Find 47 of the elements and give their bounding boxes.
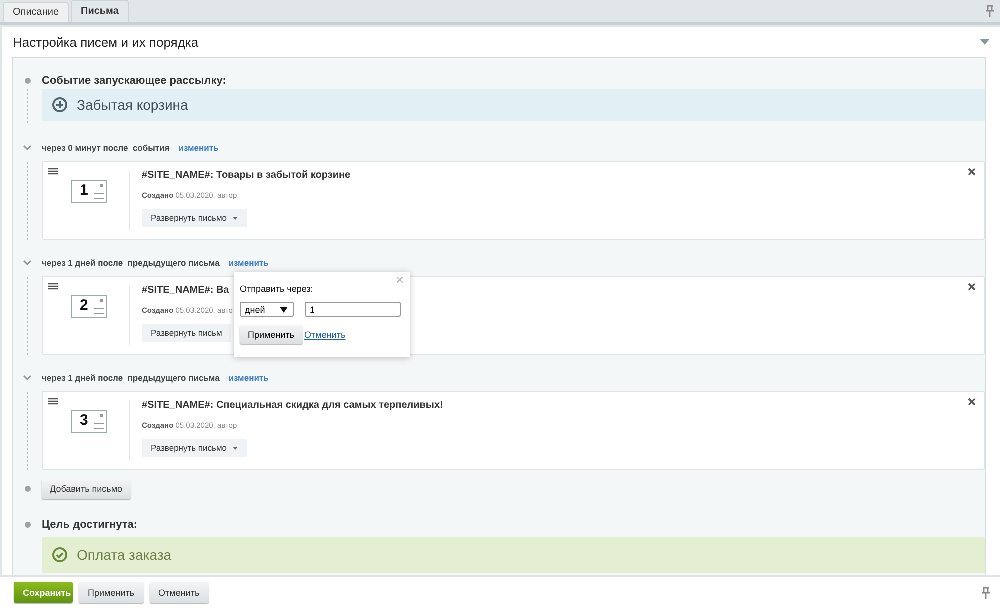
close-icon[interactable] (968, 398, 976, 406)
popup-title: Отправить через: (240, 284, 314, 294)
letter-title: #SITE_NAME#: Ва (142, 285, 230, 296)
caret-icon (233, 216, 238, 220)
change-link[interactable]: изменить (228, 373, 269, 383)
letter-title: #SITE_NAME#: Специальная скидка для самых терпеливых! (142, 400, 444, 411)
delay-text: через 0 минут после события (42, 143, 170, 153)
tab[interactable]: Письма (71, 0, 129, 22)
cancel-button[interactable]: Отменить (150, 582, 209, 603)
goal-label: Цель достигнута: (42, 518, 138, 530)
chevron-icon[interactable] (23, 375, 32, 381)
expand-button[interactable]: Развернуть письмо (142, 209, 248, 227)
pin-icon[interactable] (982, 586, 990, 598)
cancel-link[interactable]: Отменить (304, 330, 346, 340)
add-letter-button[interactable]: Добавить письмо (42, 479, 131, 499)
dropdown-icon (280, 306, 288, 312)
drag-handle-icon[interactable] (48, 168, 58, 175)
pin-icon[interactable] (986, 5, 994, 17)
letter-number-icon: 1 (71, 180, 107, 203)
collapse-icon[interactable] (980, 39, 990, 45)
change-link[interactable]: изменить (178, 143, 219, 153)
plus-circle-icon (52, 97, 68, 113)
trigger-label: Событие запускающее рассылку: (42, 74, 226, 86)
expand-button[interactable]: Развернуть письмо (142, 439, 248, 457)
close-icon[interactable] (968, 283, 976, 291)
drag-handle-icon[interactable] (48, 283, 58, 290)
expand-button[interactable]: Развернуть письм (142, 324, 232, 342)
tab[interactable]: Описание (3, 2, 70, 22)
apply-button[interactable]: Применить (240, 325, 303, 344)
letter-number-icon: 3 (71, 410, 107, 433)
caret-icon (233, 446, 238, 450)
drag-handle-icon[interactable] (48, 398, 58, 405)
letter-number-icon: 2 (71, 295, 107, 318)
delay-text: через 1 дней после предыдущего письма (42, 258, 220, 268)
unit-select[interactable]: дней (240, 302, 294, 317)
check-circle-icon (52, 547, 68, 563)
chevron-icon[interactable] (23, 145, 32, 151)
delay-text: через 1 дней после предыдущего письма (42, 373, 220, 383)
close-icon[interactable] (968, 168, 976, 176)
letter-title: #SITE_NAME#: Товары в забытой корзине (142, 170, 351, 181)
delay-input[interactable]: 1 (305, 302, 401, 317)
goal-event: Оплата заказа (42, 537, 985, 573)
trigger-event: Забытая корзина (42, 89, 985, 121)
apply-button[interactable]: Применить (79, 582, 144, 603)
change-link[interactable]: изменить (228, 258, 269, 268)
chevron-icon[interactable] (23, 260, 32, 266)
section-title: Настройка писем и их порядка (13, 34, 199, 50)
